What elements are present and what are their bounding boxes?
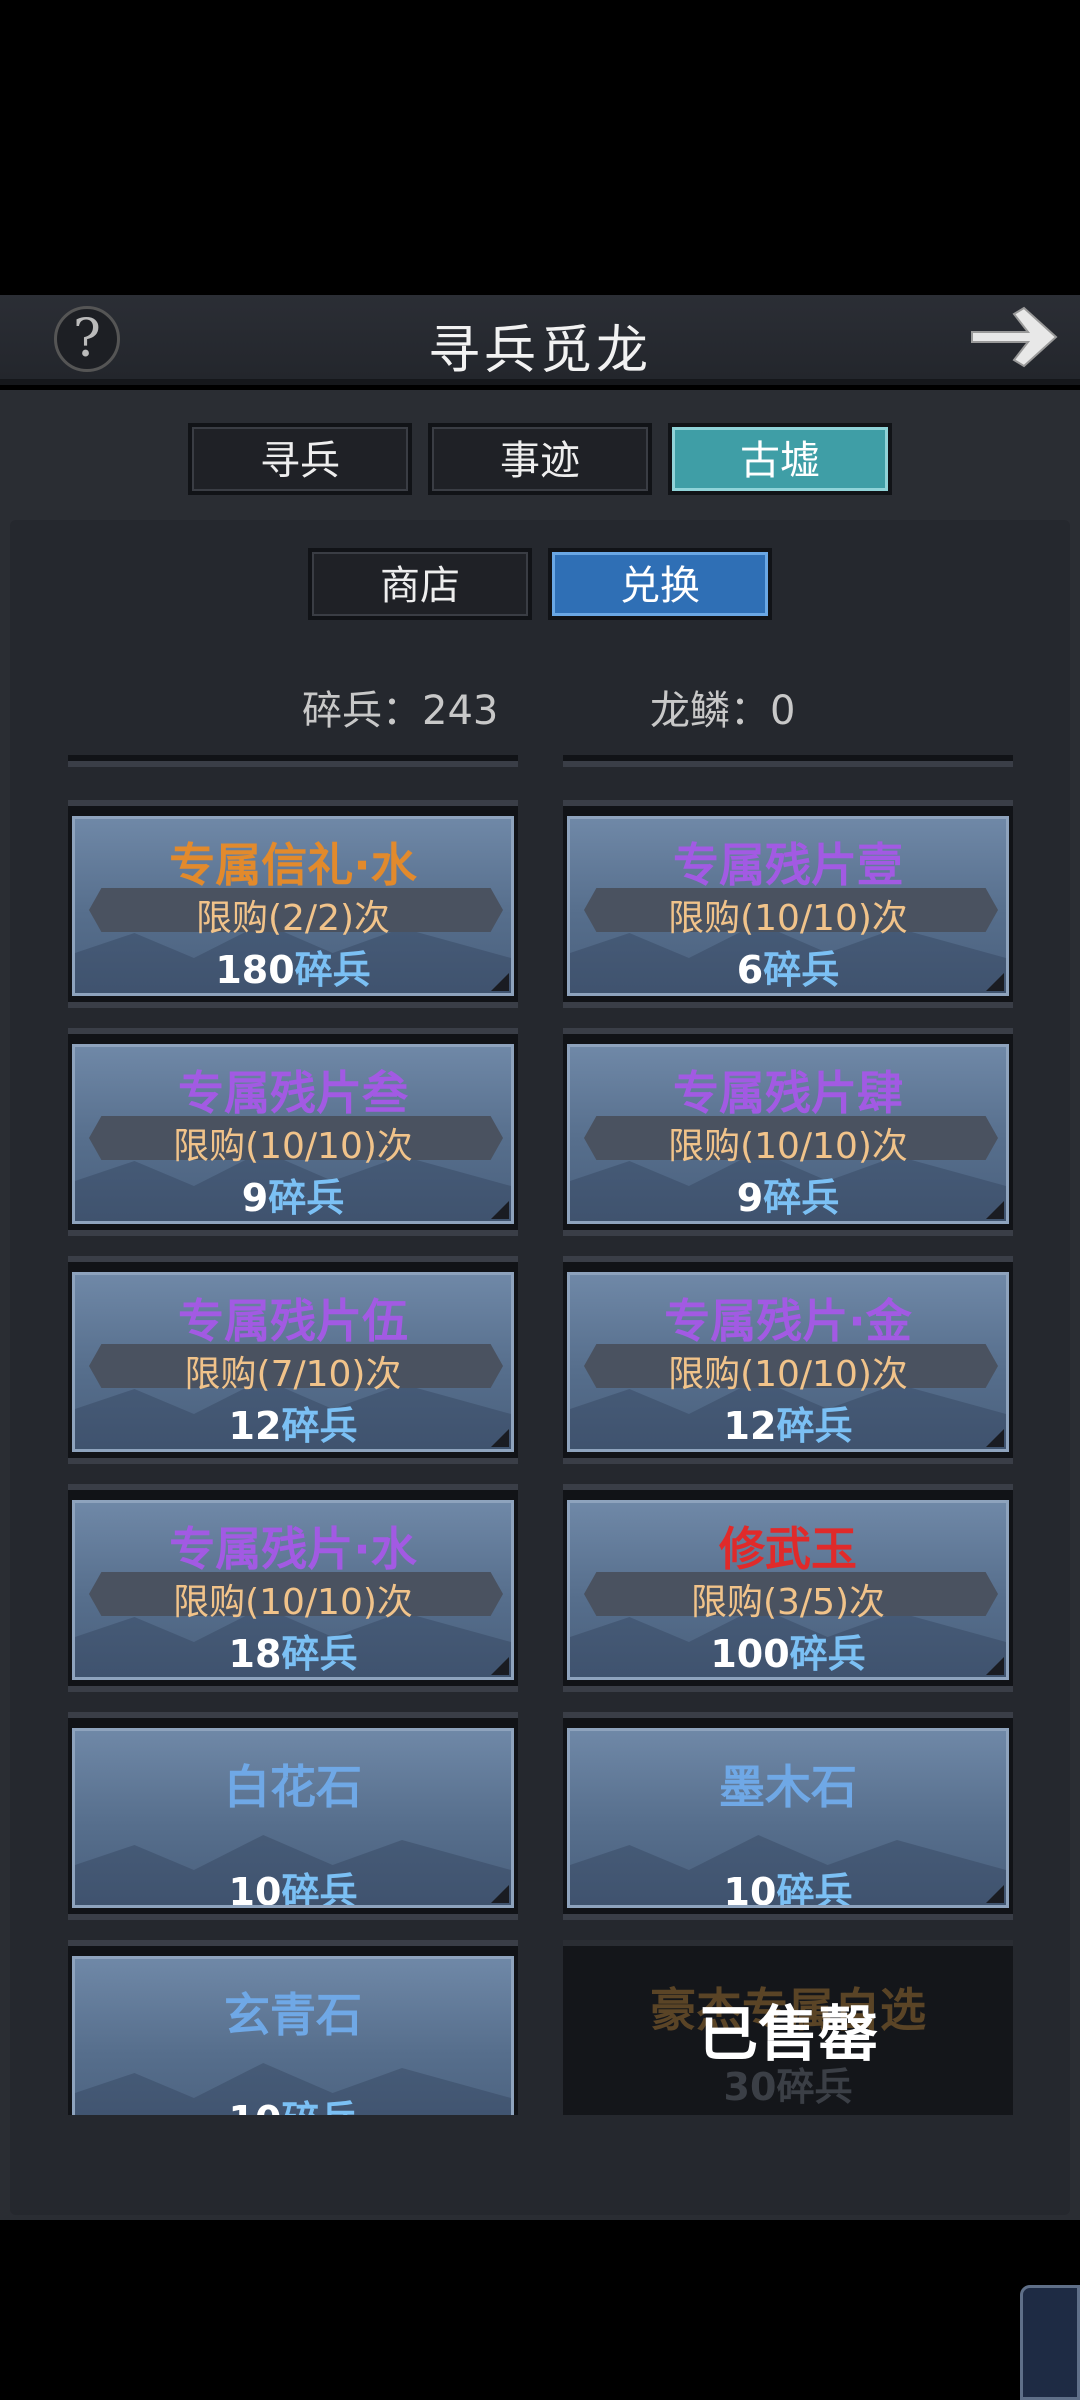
book-icon[interactable] (1020, 2285, 1080, 2400)
item-limit: 限购(10/10)次 (668, 1354, 908, 1395)
next-button[interactable] (966, 300, 1062, 374)
item-price: 12碎兵 (228, 1404, 358, 1448)
item-card[interactable]: 专属残片叁 限购(10/10)次 9碎兵 (68, 1028, 518, 1236)
item-limit: 限购(10/10)次 (668, 898, 908, 939)
item-price: 10碎兵 (75, 2089, 511, 2115)
item-card[interactable]: 玄青石 10碎兵 (68, 1940, 518, 2115)
item-name: 专属残片·水 (169, 1522, 417, 1576)
item-limit: 限购(10/10)次 (668, 1126, 908, 1167)
item-card[interactable]: 专属残片·水 限购(10/10)次 18碎兵 (68, 1484, 518, 1692)
item-grid: 专属信礼·水 限购(2/2)次 180碎兵 专属残片壹 限购(10/10)次 6… (0, 755, 1080, 2115)
item-price: 180碎兵 (215, 948, 371, 992)
item-price: 10碎兵 (228, 1870, 358, 1908)
item-name: 专属残片肆 (673, 1066, 903, 1120)
item-name: 玄青石 (224, 1988, 362, 2042)
item-card[interactable]: 专属残片壹 限购(10/10)次 6碎兵 (563, 800, 1013, 1008)
item-name: 专属残片壹 (673, 838, 903, 892)
item-card-hidden (68, 755, 518, 767)
item-price: 9碎兵 (736, 1176, 840, 1220)
tab-exchange[interactable]: 兑换 (548, 548, 772, 620)
tab-xunbing[interactable]: 寻兵 (188, 423, 412, 495)
item-card[interactable]: 专属残片伍 限购(7/10)次 12碎兵 (68, 1256, 518, 1464)
item-name: 专属信礼·水 (169, 838, 417, 892)
currency-longlin: 龙鳞：0 (650, 688, 796, 734)
status-area (0, 0, 1080, 295)
item-limit: 限购(10/10)次 (173, 1126, 413, 1167)
item-price: 12碎兵 (723, 1404, 853, 1448)
item-price: 6碎兵 (736, 948, 840, 992)
item-card-hidden (563, 755, 1013, 767)
item-card[interactable]: 修武玉 限购(3/5)次 100碎兵 (563, 1484, 1013, 1692)
page-title: 寻兵觅龙 (427, 321, 652, 381)
item-card-sold-out: 豪杰专属自选 30碎兵 已售罄 (563, 1940, 1013, 2115)
item-name: 专属残片伍 (178, 1294, 408, 1348)
item-limit: 限购(3/5)次 (690, 1582, 886, 1623)
item-card[interactable]: 专属信礼·水 限购(2/2)次 180碎兵 (68, 800, 518, 1008)
item-card[interactable]: 墨木石 10碎兵 (563, 1712, 1013, 1920)
item-price: 100碎兵 (710, 1632, 866, 1676)
tab-guxu[interactable]: 古墟 (668, 423, 892, 495)
item-name: 专属残片叁 (178, 1066, 408, 1120)
bottom-area (0, 2220, 1080, 2400)
item-price: 10碎兵 (723, 1870, 853, 1908)
item-price: 18碎兵 (228, 1632, 358, 1676)
item-limit: 限购(2/2)次 (195, 898, 391, 939)
item-name: 墨木石 (719, 1760, 857, 1814)
arrow-right-icon (971, 306, 1058, 368)
sold-out-label: 已售罄 (698, 2000, 878, 2070)
item-limit: 限购(10/10)次 (173, 1582, 413, 1623)
item-limit: 限购(7/10)次 (184, 1354, 402, 1395)
item-card[interactable]: 专属残片肆 限购(10/10)次 9碎兵 (563, 1028, 1013, 1236)
item-name: 专属残片·金 (664, 1294, 912, 1348)
item-price: 9碎兵 (241, 1176, 345, 1220)
item-card[interactable]: 专属残片·金 限购(10/10)次 12碎兵 (563, 1256, 1013, 1464)
item-name: 修武玉 (719, 1522, 857, 1576)
question-mark-icon: ? (73, 309, 101, 369)
tab-shiji[interactable]: 事迹 (428, 423, 652, 495)
tab-shop[interactable]: 商店 (308, 548, 532, 620)
currency-suipian: 碎兵：243 (302, 688, 499, 734)
item-card[interactable]: 白花石 10碎兵 (68, 1712, 518, 1920)
help-button[interactable]: ? (54, 306, 120, 372)
item-name: 白花石 (224, 1760, 362, 1814)
